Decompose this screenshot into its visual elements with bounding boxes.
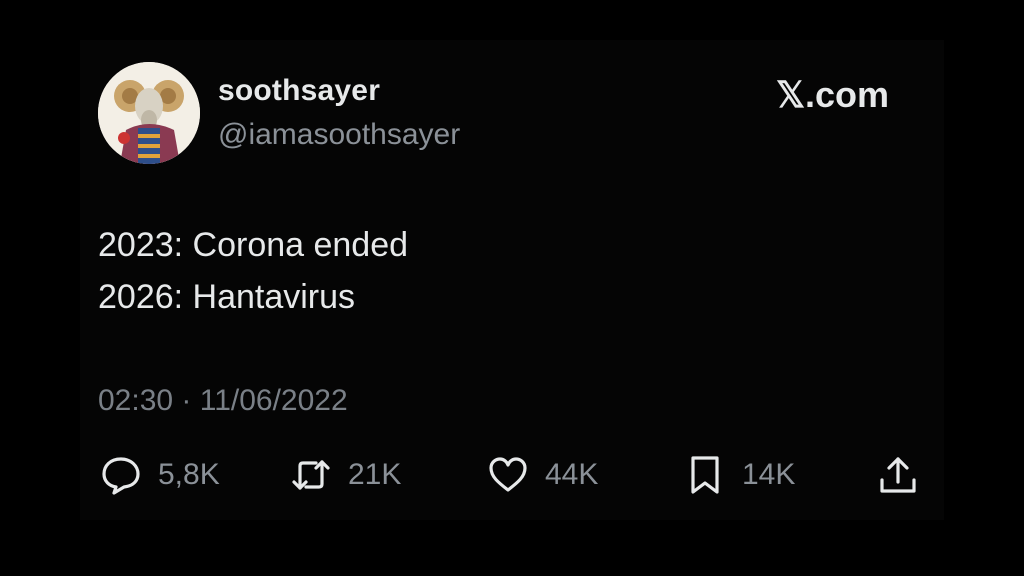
share-icon [877, 454, 919, 496]
like-count: 44K [545, 458, 599, 491]
heart-icon [487, 454, 529, 496]
like-button[interactable]: 44K [487, 452, 598, 498]
reply-button[interactable]: 5,8K [100, 452, 220, 498]
tweet-timestamp[interactable]: 02:30 · 11/06/2022 [98, 384, 348, 418]
tweet-text-line: 2023: Corona ended [98, 226, 409, 264]
retweet-icon [290, 454, 332, 496]
author-name[interactable]: soothsayer [218, 74, 380, 108]
reply-count: 5,8K [158, 458, 220, 491]
bookmark-count: 14K [742, 458, 796, 491]
bookmark-button[interactable]: 14K [684, 452, 795, 498]
avatar[interactable] [98, 62, 200, 164]
tweet-text-line: 2026: Hantavirus [98, 278, 356, 316]
author-handle[interactable]: @iamasoothsayer [218, 118, 460, 152]
brand-logo: 𝕏.com [776, 74, 890, 115]
share-button[interactable] [877, 452, 919, 498]
retweet-button[interactable]: 21K [290, 452, 401, 498]
reply-icon [100, 454, 142, 496]
retweet-count: 21K [348, 458, 402, 491]
bookmark-icon [684, 454, 726, 496]
